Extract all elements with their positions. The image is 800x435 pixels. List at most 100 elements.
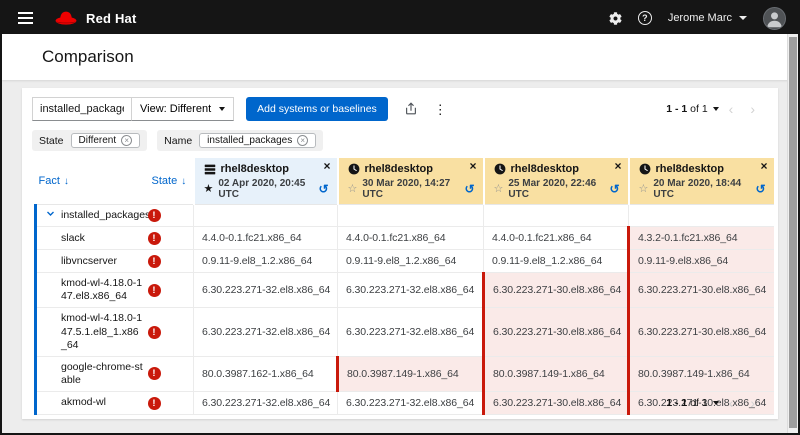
redhat-logo[interactable]: Red Hat <box>53 10 137 27</box>
pagination-prev-button[interactable]: ‹ <box>722 102 741 116</box>
system-timestamp: 02 Apr 2020, 20:45 UTC <box>218 178 311 200</box>
view-filter-select[interactable]: View: Different <box>132 97 234 121</box>
filter-chip: installed_packages × <box>199 133 316 148</box>
system-column-header: ×rhel8desktop☆25 Mar 2020, 22:46 UTC↺ <box>484 158 629 205</box>
pagination-next-button[interactable]: › <box>743 396 762 410</box>
star-outline-icon[interactable]: ☆ <box>639 184 649 195</box>
fact-group-label: installed_packages <box>61 209 150 221</box>
star-filled-icon[interactable]: ★ <box>204 184 214 195</box>
value-cell: 6.30.223.271-32.el8.x86_64 <box>194 308 338 356</box>
value-cell-empty <box>629 205 774 227</box>
value-cell-changed: 80.0.3987.149-1.x86_64 <box>629 356 774 391</box>
page-header: Comparison <box>2 34 798 80</box>
value-cell-changed: 0.9.11-9.el8.x86_64 <box>629 250 774 273</box>
value-cell: 80.0.3987.162-1.x86_64 <box>194 356 338 391</box>
value-cell: 0.9.11-9.el8_1.2.x86_64 <box>484 250 629 273</box>
history-icon[interactable]: ↺ <box>755 183 765 195</box>
value-cell-changed: 6.30.223.271-30.el8.x86_64 <box>629 308 774 356</box>
chevron-down-icon <box>739 16 747 20</box>
star-outline-icon[interactable]: ☆ <box>348 184 358 195</box>
chip-remove-button[interactable]: × <box>297 135 308 146</box>
state-cell: ! <box>148 392 194 415</box>
value-cell: 4.4.0-0.1.fc21.x86_64 <box>484 227 629 250</box>
state-cell: ! <box>148 308 194 356</box>
person-icon <box>764 8 785 29</box>
history-icon[interactable]: ↺ <box>464 183 474 195</box>
fact-row: libvncserver!0.9.11-9.el8_1.2.x86_640.9.… <box>36 250 774 273</box>
system-timestamp: 20 Mar 2020, 18:44 UTC <box>653 178 748 200</box>
active-filters: State Different × Name installed_package… <box>32 130 778 151</box>
system-name: rhel8desktop <box>221 163 289 175</box>
history-icon[interactable]: ↺ <box>318 183 328 195</box>
page-title: Comparison <box>42 47 134 67</box>
value-cell-changed: 80.0.3987.149-1.x86_64 <box>338 356 484 391</box>
value-cell-changed: 6.30.223.271-30.el8.x86_64 <box>484 392 629 415</box>
help-button[interactable]: ? <box>638 11 652 25</box>
fact-name-cell: akmod-wl <box>36 392 148 415</box>
fact-name-cell: kmod-wl-4.18.0-147.el8.x86_64 <box>36 273 148 308</box>
chip-category-label: Name <box>164 135 192 147</box>
pagination-menu-toggle[interactable]: 1 - 1 of 1 <box>666 397 718 409</box>
fact-row: slack!4.4.0-0.1.fc21.x86_644.4.0-0.1.fc2… <box>36 227 774 250</box>
times-circle-icon: × <box>121 135 132 146</box>
star-outline-icon[interactable]: ☆ <box>494 184 504 195</box>
value-cell-changed: 80.0.3987.149-1.x86_64 <box>484 356 629 391</box>
system-timestamp: 30 Mar 2020, 14:27 UTC <box>362 178 457 200</box>
redhat-hat-icon <box>53 10 79 27</box>
nav-menu-toggle[interactable] <box>16 10 35 26</box>
fact-name-cell: libvncserver <box>36 250 148 273</box>
table-body: installed_packages!slack!4.4.0-0.1.fc21.… <box>36 205 774 415</box>
value-cell-empty <box>194 205 338 227</box>
system-column-header: ×rhel8desktop☆30 Mar 2020, 14:27 UTC↺ <box>338 158 484 205</box>
filter-chip-group-state: State Different × <box>32 130 147 151</box>
scrollbar-thumb[interactable] <box>789 37 797 428</box>
state-cell: ! <box>148 356 194 391</box>
gear-icon <box>609 12 622 25</box>
remove-system-button[interactable]: × <box>323 160 330 172</box>
view-select-label: View: Different <box>140 103 211 115</box>
value-cell: 0.9.11-9.el8_1.2.x86_64 <box>338 250 484 273</box>
question-circle-icon: ? <box>638 11 652 25</box>
kebab-menu-button[interactable]: ⋮ <box>434 103 447 116</box>
different-state-icon: ! <box>148 232 161 245</box>
fact-row: google-chrome-stable!80.0.3987.162-1.x86… <box>36 356 774 391</box>
user-menu[interactable]: Jerome Marc <box>668 12 747 24</box>
remove-system-button[interactable]: × <box>760 160 767 172</box>
pagination-top: 1 - 1 of 1 ‹ › <box>666 102 768 116</box>
chevron-down-icon[interactable] <box>46 209 55 222</box>
kebab-icon: ⋮ <box>434 103 447 116</box>
pagination-prev-button[interactable]: ‹ <box>722 396 741 410</box>
different-state-icon: ! <box>148 367 161 380</box>
remove-system-button[interactable]: × <box>469 160 476 172</box>
state-cell: ! <box>148 227 194 250</box>
comparison-table: Fact↓ State↓ × rhel8desktop ★ 02 Apr 2020, … <box>34 158 774 415</box>
fact-group-cell[interactable]: installed_packages <box>36 205 148 227</box>
history-icon[interactable]: ↺ <box>609 183 619 195</box>
state-cell: ! <box>148 273 194 308</box>
state-column-header[interactable]: State↓ <box>148 158 194 205</box>
app-window: Red Hat ? Jerome Marc <box>0 0 800 435</box>
different-state-icon: ! <box>148 284 161 297</box>
avatar[interactable] <box>763 7 786 30</box>
settings-button[interactable] <box>609 12 622 25</box>
system-name: rhel8desktop <box>656 163 724 175</box>
pagination-bottom: 1 - 1 of 1 ‹ › <box>666 396 762 410</box>
system-column-header: × rhel8desktop ☆ 20 Mar 2020, 18:44 UTC ↺ <box>629 158 774 205</box>
pagination-menu-toggle[interactable]: 1 - 1 of 1 <box>666 103 718 115</box>
value-cell: 6.30.223.271-32.el8.x86_64 <box>194 392 338 415</box>
value-cell: 4.4.0-0.1.fc21.x86_64 <box>338 227 484 250</box>
different-state-icon: ! <box>148 326 161 339</box>
fact-filter-input[interactable] <box>32 97 132 121</box>
chip-remove-button[interactable]: × <box>121 135 132 146</box>
remove-system-button[interactable]: × <box>614 160 621 172</box>
top-navbar: Red Hat ? Jerome Marc <box>2 2 798 34</box>
chip-value: installed_packages <box>207 135 292 146</box>
add-systems-button[interactable]: Add systems or baselines <box>246 97 388 121</box>
user-name: Jerome Marc <box>668 12 732 24</box>
value-cell-changed: 6.30.223.271-30.el8.x86_64 <box>629 273 774 308</box>
fact-column-header[interactable]: Fact↓ <box>36 158 148 205</box>
filter-chip-group-name: Name installed_packages × <box>157 130 323 151</box>
export-button[interactable] <box>404 102 418 116</box>
pagination-next-button[interactable]: › <box>743 102 762 116</box>
different-state-icon: ! <box>148 209 161 222</box>
